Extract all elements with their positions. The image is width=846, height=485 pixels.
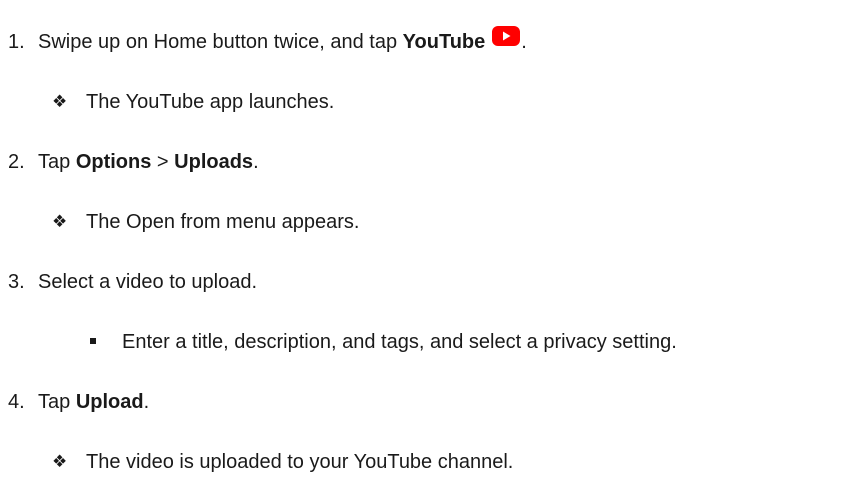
step-number: 2. (8, 151, 25, 173)
result-text: The video is uploaded to your YouTube ch… (86, 451, 514, 473)
step-2-result: ❖ The Open from menu appears. (52, 210, 359, 234)
step-1: 1. Swipe up on Home button twice, and ta… (8, 26, 527, 54)
diamond-bullet-icon: ❖ (52, 452, 68, 471)
step-text: Tap (38, 391, 76, 413)
separator: > (151, 151, 175, 173)
app-name: YouTube (402, 31, 486, 53)
step-4: 4. Tap Upload . (8, 390, 149, 414)
step-number: 1. (8, 31, 25, 53)
sub-text: Enter a title, description, and tags, an… (122, 331, 677, 353)
diamond-bullet-icon: ❖ (52, 212, 68, 231)
result-text: The Open from menu appears. (86, 211, 360, 233)
step-number: 3. (8, 271, 25, 293)
menu-uploads: Uploads (174, 151, 254, 173)
step-3-sub: Enter a title, description, and tags, an… (88, 330, 677, 354)
step-text: Tap (38, 151, 76, 173)
step-1-result: ❖ The YouTube app launches. (52, 90, 334, 114)
youtube-app-icon (491, 25, 521, 47)
step-text-end: . (521, 31, 527, 53)
step-2: 2. Tap Options > Uploads . (8, 150, 259, 174)
diamond-bullet-icon: ❖ (52, 92, 68, 111)
upload-label: Upload (75, 391, 144, 413)
step-3: 3. Select a video to upload. (8, 270, 257, 294)
step-text: Swipe up on Home button twice, and tap (38, 31, 403, 53)
step-4-result: ❖ The video is uploaded to your YouTube … (52, 450, 513, 474)
step-text-end: . (143, 391, 150, 413)
step-text: Select a video to upload. (38, 271, 258, 293)
square-bullet-icon (88, 330, 122, 354)
menu-options: Options (75, 151, 152, 173)
step-number: 4. (8, 391, 25, 413)
step-text-end: . (253, 151, 259, 173)
result-text: The YouTube app launches. (86, 91, 335, 113)
